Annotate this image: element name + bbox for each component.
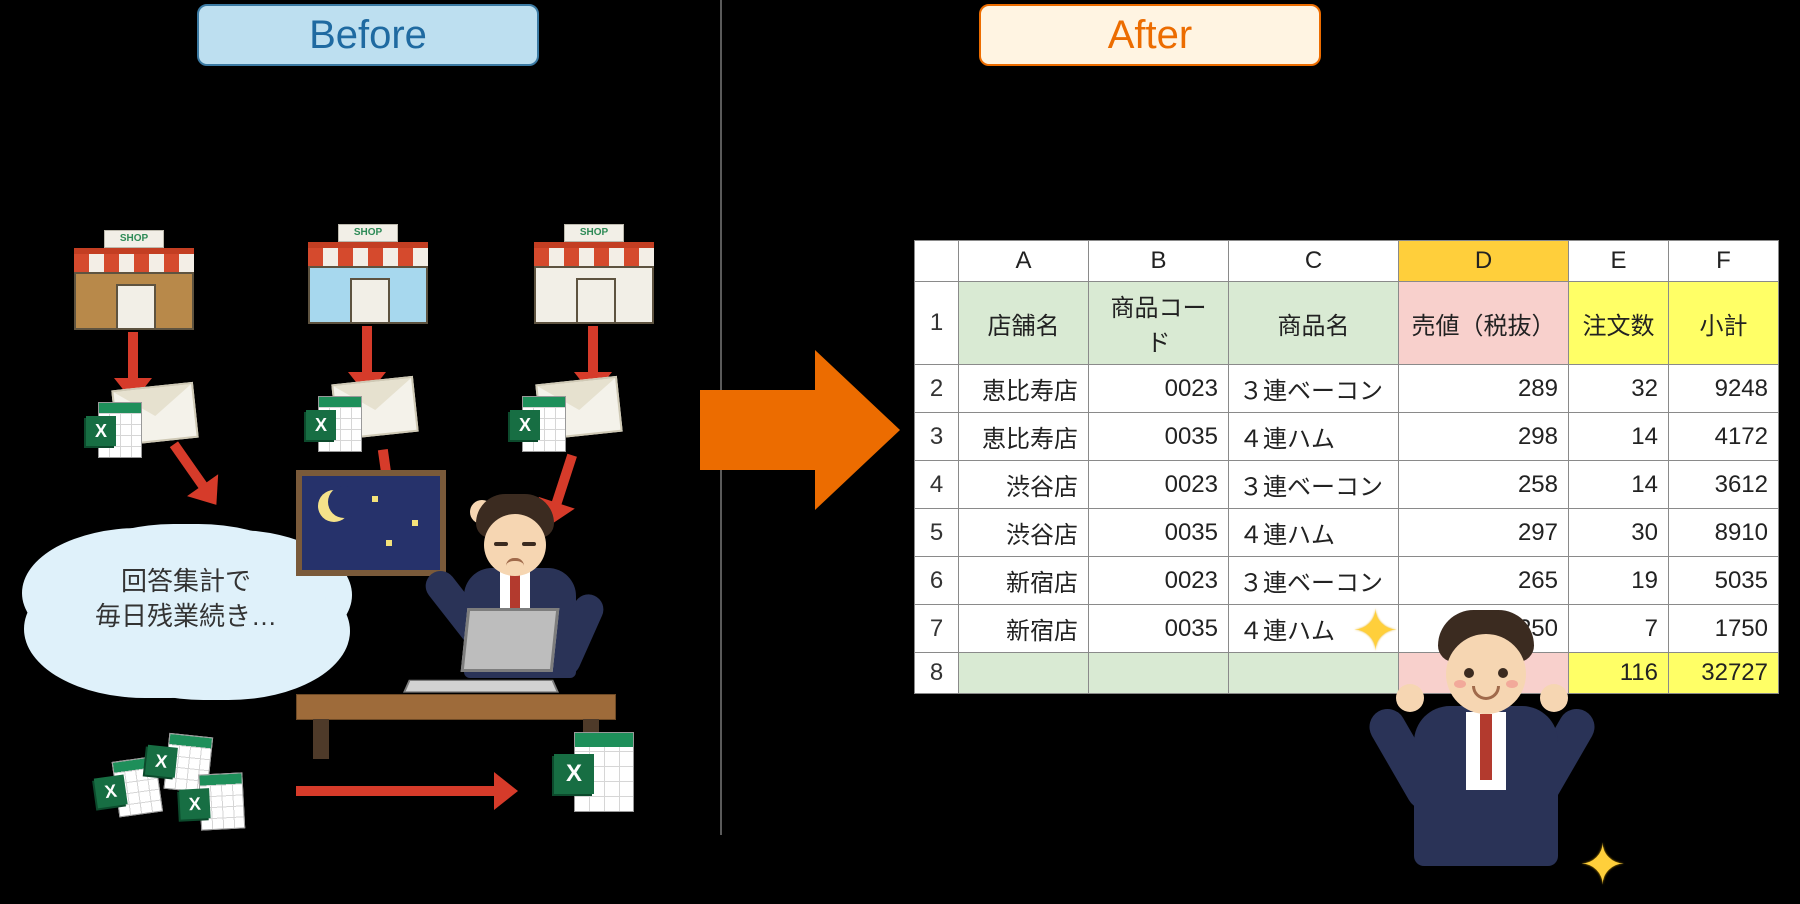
cell: ４連ハム [1229,509,1399,557]
cell: 恵比寿店 [959,365,1089,413]
cell: 14 [1569,461,1669,509]
excel-badge-icon: X [554,754,594,794]
row-number: 4 [915,461,959,509]
excel-badge-icon: X [306,410,336,440]
cell: 265 [1399,557,1569,605]
cell: 新宿店 [959,557,1089,605]
row-number: 3 [915,413,959,461]
col-letter: D [1399,241,1569,282]
email-excel-icon: X [510,372,620,452]
cell: 32727 [1669,653,1779,694]
cell: 289 [1399,365,1569,413]
cell: 258 [1399,461,1569,509]
header-cell: 注文数 [1569,282,1669,365]
table-row: 6新宿店0023３連ベーコン265195035 [915,557,1779,605]
header-row: 1店舗名商品コード商品名売値（税抜）注文数小計 [915,282,1779,365]
overworked-person-illustration [296,470,616,760]
cell: 298 [1399,413,1569,461]
email-excel-icon: X [306,372,416,452]
col-letter: F [1669,241,1779,282]
table-row: 4渋谷店0023３連ベーコン258143612 [915,461,1779,509]
col-letter: C [1229,241,1399,282]
table-row: 7新宿店0035４連ハム25071750 [915,605,1779,653]
cell: 0035 [1089,413,1229,461]
shop-sign: SHOP [104,230,164,248]
row-number: 7 [915,605,959,653]
shop-sign: SHOP [338,224,398,242]
happy-person-illustration: ✦ ✦ [1362,608,1602,888]
header-cell: 商品コード [1089,282,1229,365]
cell: 19 [1569,557,1669,605]
cell: 0035 [1089,509,1229,557]
cell [959,653,1089,694]
cell: 5035 [1669,557,1779,605]
shop-icon: SHOP [534,224,654,324]
cell: 0035 [1089,605,1229,653]
header-cell: 小計 [1669,282,1779,365]
row-number: 2 [915,365,959,413]
cell: 30 [1569,509,1669,557]
before-badge: Before [197,4,539,66]
excel-badge-icon: X [510,410,540,440]
cell: 渋谷店 [959,461,1089,509]
thought-bubble-icon: 回答集計で 毎日残業続き… [46,524,326,674]
cell: 渋谷店 [959,509,1089,557]
cell: ４連ハム [1229,413,1399,461]
cell: 4172 [1669,413,1779,461]
cell: 0023 [1089,365,1229,413]
cell: ３連ベーコン [1229,365,1399,413]
row-number: 5 [915,509,959,557]
header-cell: 商品名 [1229,282,1399,365]
cell: 9248 [1669,365,1779,413]
col-letter: B [1089,241,1229,282]
table-row: 2恵比寿店0023３連ベーコン289329248 [915,365,1779,413]
table-row: 5渋谷店0035４連ハム297308910 [915,509,1779,557]
cell: 8910 [1669,509,1779,557]
totals-row: 811632727 [915,653,1779,694]
cell: 1750 [1669,605,1779,653]
thought-line1: 回答集計で [121,566,251,596]
row-number: 1 [915,282,959,365]
cell: 恵比寿店 [959,413,1089,461]
excel-badge-icon: X [179,788,211,820]
col-letter: A [959,241,1089,282]
thought-line2: 毎日残業続き… [95,601,277,631]
cell: 0023 [1089,461,1229,509]
cell: 新宿店 [959,605,1089,653]
night-window-icon [296,470,446,576]
cell: 14 [1569,413,1669,461]
shop-icon: SHOP [308,224,428,324]
excel-badge-icon: X [94,774,128,808]
cell: 32 [1569,365,1669,413]
transition-arrow-icon [700,350,900,510]
excel-badge-icon: X [86,416,116,446]
cell: 3612 [1669,461,1779,509]
row-number: 8 [915,653,959,694]
cell: 0023 [1089,557,1229,605]
cell: ３連ベーコン [1229,461,1399,509]
desk-icon [296,694,616,720]
laptop-icon [406,608,556,696]
excel-files-pile-icon: X X X [96,730,266,850]
excel-badge-icon: X [145,745,178,778]
cell: 297 [1399,509,1569,557]
cell [1089,653,1229,694]
sparkle-icon: ✦ [1579,832,1626,898]
table-row: 3恵比寿店0035４連ハム298144172 [915,413,1779,461]
header-cell: 店舗名 [959,282,1089,365]
excel-file-icon: X [554,732,634,812]
aggregated-spreadsheet: A B C D E F 1店舗名商品コード商品名売値（税抜）注文数小計2恵比寿店… [914,240,1779,694]
shop-icon: SHOP [74,230,194,330]
row-number: 6 [915,557,959,605]
column-letters-row: A B C D E F [915,241,1779,282]
shop-sign: SHOP [564,224,624,242]
col-letter: E [1569,241,1669,282]
sparkle-icon: ✦ [1352,598,1399,664]
after-badge: After [979,4,1321,66]
header-cell: 売値（税抜） [1399,282,1569,365]
corner-cell [915,241,959,282]
